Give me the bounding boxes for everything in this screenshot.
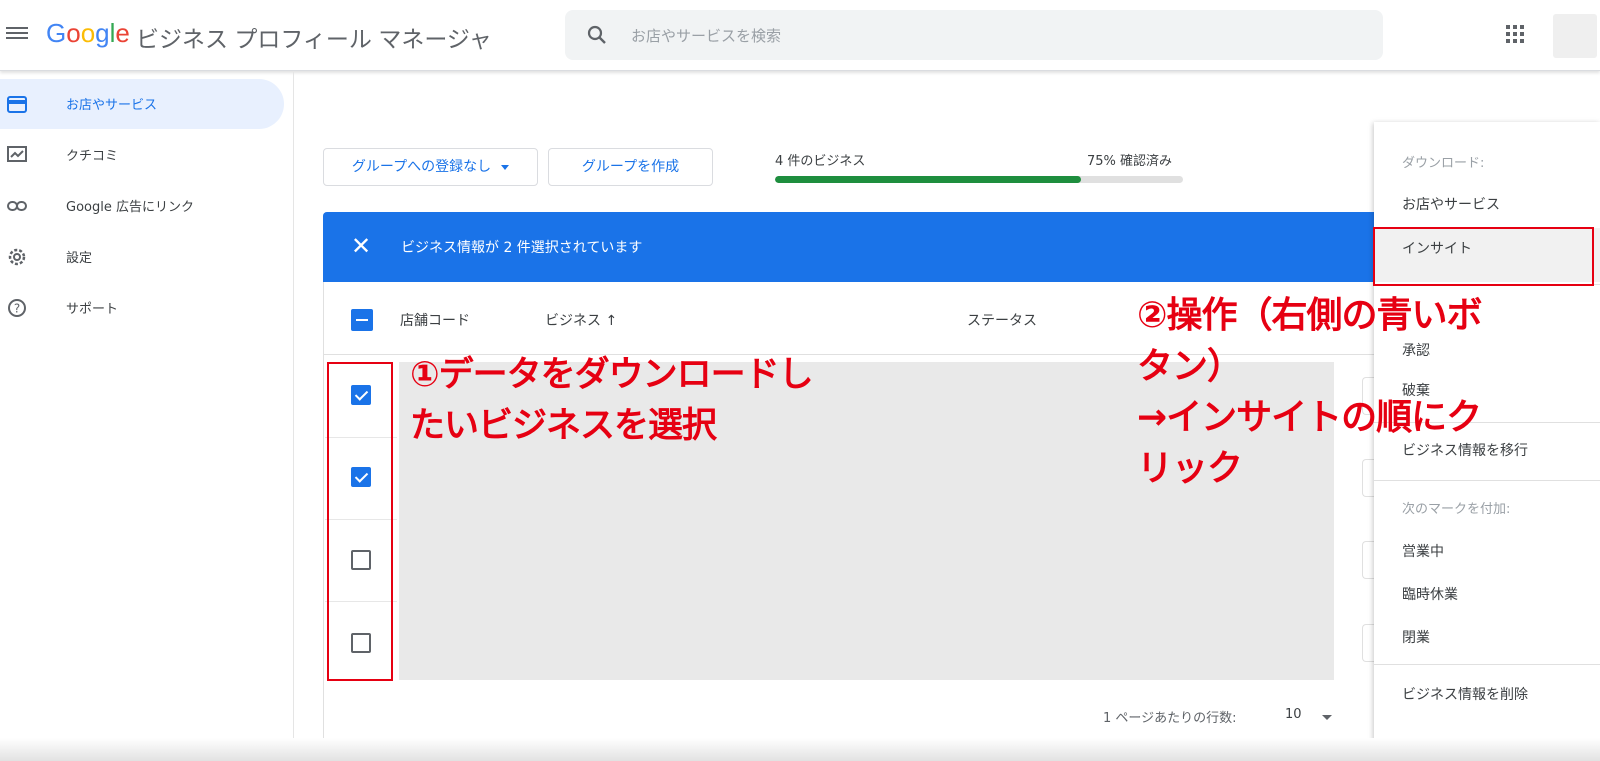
bottom-shadow (0, 738, 1600, 761)
menu-mark-header: 次のマークを付加: (1402, 502, 1511, 517)
rows-per-page-select[interactable]: 10 (1285, 707, 1302, 722)
verification-progress-bar (775, 176, 1183, 183)
search-input[interactable] (629, 20, 1333, 52)
sidebar-item-support[interactable]: ? サポート (0, 283, 284, 333)
column-status[interactable]: ステータス (967, 310, 1037, 330)
sidebar-item-label: クチコミ (66, 149, 119, 164)
verified-percent: 75% 確認済み (1087, 154, 1173, 169)
store-icon (7, 96, 27, 113)
sidebar-item-google-ads[interactable]: Google 広告にリンク (0, 181, 284, 231)
sidebar-item-label: 設定 (66, 251, 93, 266)
svg-text:?: ? (14, 302, 20, 316)
search-icon (587, 25, 606, 44)
sidebar-item-label: Google 広告にリンク (66, 200, 194, 215)
menu-item-delete[interactable]: ビジネス情報を削除 (1402, 684, 1528, 704)
sidebar-item-label: サポート (66, 302, 119, 317)
gear-icon (8, 248, 26, 266)
apps-grid-icon[interactable] (1506, 25, 1524, 43)
menu-item-temporarily-closed[interactable]: 臨時休業 (1402, 584, 1458, 604)
chevron-down-icon[interactable] (1322, 715, 1332, 720)
progress-fill (775, 176, 1081, 183)
annotation-step-2: ②操作（右側の青いボ タン） →インサイトの順にク リック (1137, 295, 1482, 489)
help-icon: ? (8, 299, 26, 317)
menu-download-header: ダウンロード: (1402, 156, 1485, 171)
annotation-highlight-insights (1373, 227, 1594, 286)
dropdown-caret-icon (501, 164, 510, 170)
menu-item-open[interactable]: 営業中 (1402, 541, 1444, 561)
review-icon (7, 146, 27, 162)
group-filter-dropdown[interactable]: グループへの登録なし (323, 148, 538, 186)
selection-message: ビジネス情報が 2 件選択されています (401, 240, 643, 256)
link-icon (7, 201, 27, 211)
google-logo: Google (46, 18, 130, 48)
search-bar[interactable] (565, 10, 1383, 60)
sidebar: お店やサービス クチコミ Google 広告にリンク 設定 ? サポート (0, 72, 294, 761)
annotation-step-1: ①データをダウンロードし たいビジネスを選択 (410, 355, 814, 446)
create-group-button[interactable]: グループを作成 (548, 148, 713, 186)
annotation-highlight-checkboxes (327, 362, 393, 681)
hamburger-menu-icon[interactable] (6, 24, 28, 44)
close-icon[interactable]: ✕ (351, 232, 371, 260)
top-app-bar: Google ビジネス プロフィール マネージャ (0, 0, 1600, 71)
menu-item-permanently-closed[interactable]: 閉業 (1402, 627, 1430, 647)
column-business[interactable]: ビジネス ↑ (545, 310, 617, 330)
rows-per-page-label: 1 ページあたりの行数: (1103, 711, 1237, 726)
menu-item-download-stores[interactable]: お店やサービス (1402, 194, 1500, 214)
sidebar-item-stores[interactable]: お店やサービス (0, 79, 284, 129)
account-avatar[interactable] (1553, 14, 1597, 58)
column-store-code[interactable]: 店舗コード (400, 310, 470, 330)
sidebar-item-settings[interactable]: 設定 (0, 232, 284, 282)
business-count: 4 件のビジネス (775, 154, 866, 169)
product-name: ビジネス プロフィール マネージャ (136, 26, 492, 52)
select-all-checkbox[interactable] (351, 309, 373, 331)
sidebar-item-label: お店やサービス (66, 98, 158, 113)
menu-divider (1374, 664, 1600, 665)
selection-bar: ✕ ビジネス情報が 2 件選択されています (323, 212, 1383, 282)
sidebar-item-reviews[interactable]: クチコミ (0, 130, 284, 180)
